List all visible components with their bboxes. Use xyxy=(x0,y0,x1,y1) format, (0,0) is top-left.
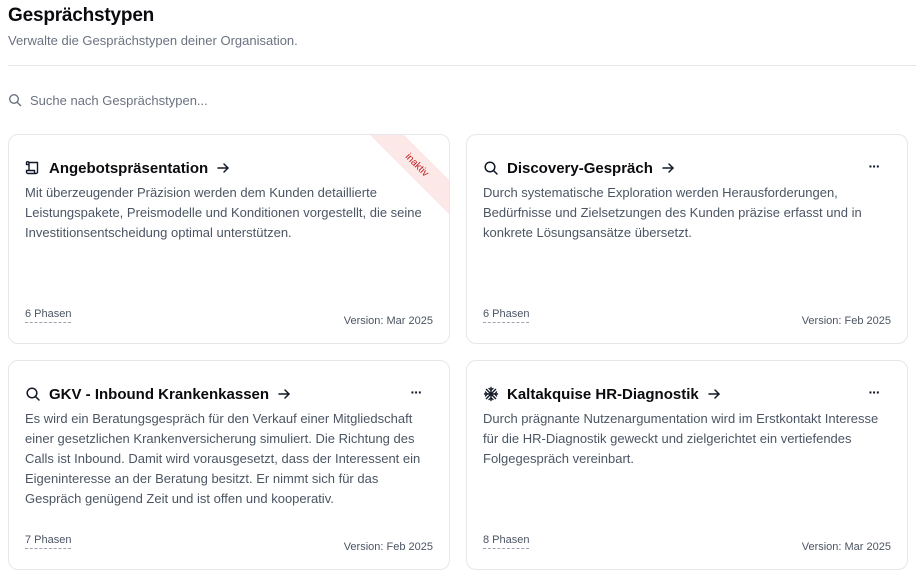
more-options-icon: ··· xyxy=(868,384,881,400)
inactive-badge-label: inaktiv xyxy=(403,151,431,179)
card-header[interactable]: Discovery-Gespräch xyxy=(483,159,675,177)
card-header[interactable]: Angebotspräsentation xyxy=(25,159,230,177)
card-description: Mit überzeugender Präzision werden dem K… xyxy=(25,185,422,240)
conversation-type-card[interactable]: inaktiv Angebotspräsentation Mit überzeu… xyxy=(8,134,450,344)
search-icon xyxy=(8,93,22,107)
card-title: Kaltakquise HR-Diagnostik xyxy=(507,385,699,403)
search-input[interactable] xyxy=(30,92,390,108)
version-label: Version: Mar 2025 xyxy=(801,541,891,553)
card-title: GKV - Inbound Krankenkassen xyxy=(49,385,270,403)
card-title: Discovery-Gespräch xyxy=(507,159,653,177)
card-description: Durch systematische Exploration werden H… xyxy=(483,185,862,240)
page-subtitle: Verwalte die Gesprächstypen deiner Organ… xyxy=(8,33,298,48)
card-header[interactable]: Kaltakquise HR-Diagnostik xyxy=(483,385,721,403)
phases-count[interactable]: 6 Phasen xyxy=(25,308,72,323)
search-icon xyxy=(483,160,499,176)
arrow-right-icon[interactable] xyxy=(661,161,675,175)
header-divider xyxy=(8,65,916,66)
scroll-icon xyxy=(25,160,41,176)
arrow-right-icon[interactable] xyxy=(216,161,230,175)
search-bar[interactable] xyxy=(8,90,408,110)
card-description: Durch prägnante Nutzenargumentation wird… xyxy=(483,411,879,466)
more-options-icon: ··· xyxy=(410,384,423,400)
more-options-icon: ··· xyxy=(868,158,881,174)
snowflake-icon xyxy=(483,386,499,402)
version-label: Version: Mar 2025 xyxy=(343,315,433,327)
more-options-button[interactable]: ··· xyxy=(407,383,425,401)
phases-count[interactable]: 6 Phasen xyxy=(483,308,530,323)
card-title: Angebotspräsentation xyxy=(49,159,209,177)
more-options-button[interactable]: ··· xyxy=(865,157,883,175)
card-header[interactable]: GKV - Inbound Krankenkassen xyxy=(25,385,291,403)
page-header: Gesprächstypen Verwalte die Gesprächstyp… xyxy=(8,5,298,48)
more-options-button[interactable]: ··· xyxy=(865,383,883,401)
arrow-right-icon[interactable] xyxy=(277,387,291,401)
search-icon xyxy=(25,386,41,402)
version-label: Version: Feb 2025 xyxy=(801,315,891,327)
phases-count[interactable]: 7 Phasen xyxy=(25,534,72,549)
page-title: Gesprächstypen xyxy=(8,5,155,26)
conversation-type-card[interactable]: Kaltakquise HR-Diagnostik ··· Durch präg… xyxy=(466,360,908,570)
card-description: Es wird ein Beratungsgespräch für den Ve… xyxy=(25,411,421,506)
version-label: Version: Feb 2025 xyxy=(343,541,433,553)
conversation-type-card[interactable]: GKV - Inbound Krankenkassen ··· Es wird … xyxy=(8,360,450,570)
phases-count[interactable]: 8 Phasen xyxy=(483,534,530,549)
conversation-type-card[interactable]: Discovery-Gespräch ··· Durch systematisc… xyxy=(466,134,908,344)
arrow-right-icon[interactable] xyxy=(707,387,721,401)
